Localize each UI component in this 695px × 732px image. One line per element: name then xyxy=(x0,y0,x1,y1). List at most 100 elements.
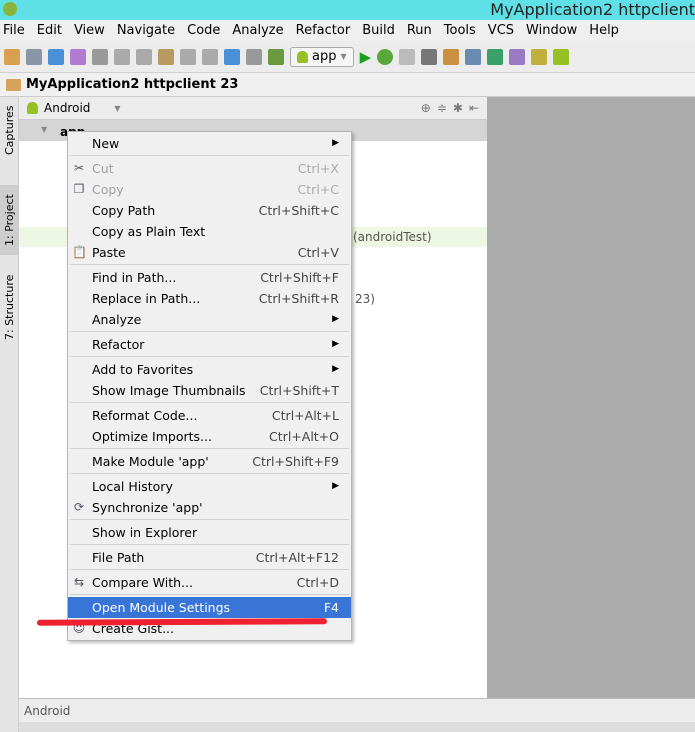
menu-item-label: Find in Path... xyxy=(92,270,177,285)
menu-item-optimize-imports[interactable]: Optimize Imports... Ctrl+Alt+O xyxy=(68,426,351,447)
scroll-from-source-icon[interactable]: ⊕ xyxy=(421,101,431,115)
sdk-manager-icon[interactable] xyxy=(531,48,548,65)
menu-separator xyxy=(70,544,349,545)
forward-icon[interactable] xyxy=(246,48,262,65)
chevron-down-icon[interactable]: ▼ xyxy=(114,104,120,113)
menu-item-compare-with[interactable]: ⇆ Compare With... Ctrl+D xyxy=(68,572,351,593)
tab-project[interactable]: 1: Project xyxy=(0,185,19,255)
compare-icon: ⇆ xyxy=(73,575,85,589)
menu-item-make-module-app[interactable]: Make Module 'app' Ctrl+Shift+F9 xyxy=(68,451,351,472)
menu-analyze[interactable]: Analyze xyxy=(232,20,283,41)
menu-item-label: Analyze xyxy=(92,312,142,327)
menu-item-paste[interactable]: 📋 Paste Ctrl+V xyxy=(68,242,351,263)
run-config-select[interactable]: app ▼ xyxy=(290,46,354,67)
menu-item-replace-in-path[interactable]: Replace in Path... Ctrl+Shift+R xyxy=(68,288,351,309)
toolbar: app ▼ ▶ xyxy=(0,41,695,73)
project-folder-icon xyxy=(6,79,21,91)
submenu-arrow-icon: ▶ xyxy=(332,364,339,374)
android-studio-icon xyxy=(3,2,17,16)
paste-icon[interactable] xyxy=(158,48,174,65)
menu-item-shortcut: Ctrl+D xyxy=(296,575,339,590)
menu-item-add-to-favorites[interactable]: Add to Favorites ▶ xyxy=(68,359,351,380)
open-icon[interactable] xyxy=(4,48,20,65)
structure-icon[interactable] xyxy=(465,48,482,65)
menu-item-open-module-settings[interactable]: Open Module Settings F4 xyxy=(68,597,351,618)
avd-manager-icon[interactable] xyxy=(509,48,526,65)
menu-item-shortcut: Ctrl+C xyxy=(297,182,339,197)
menu-item-copy[interactable]: ❐ Copy Ctrl+C xyxy=(68,179,351,200)
replace-icon[interactable] xyxy=(202,48,218,65)
menu-item-synchronize-app[interactable]: ⟳ Synchronize 'app' xyxy=(68,497,351,518)
redo-icon[interactable] xyxy=(92,48,108,65)
menu-build[interactable]: Build xyxy=(362,20,395,41)
menu-separator xyxy=(70,519,349,520)
back-icon[interactable] xyxy=(224,48,240,65)
paste-icon: 📋 xyxy=(72,245,87,259)
copy-icon: ❐ xyxy=(73,182,85,196)
menu-item-shortcut: Ctrl+X xyxy=(297,161,339,176)
menu-item-shortcut: Ctrl+Alt+F12 xyxy=(255,550,339,565)
submenu-arrow-icon: ▶ xyxy=(332,481,339,491)
menu-item-find-in-path[interactable]: Find in Path... Ctrl+Shift+F xyxy=(68,267,351,288)
menu-item-analyze[interactable]: Analyze ▶ xyxy=(68,309,351,330)
menu-item-label: Synchronize 'app' xyxy=(92,500,203,515)
menu-item-show-image-thumbnails[interactable]: Show Image Thumbnails Ctrl+Shift+T xyxy=(68,380,351,401)
context-menu: New ▶ ✂ Cut Ctrl+X ❐ Copy Ctrl+C Copy Path Ctrl+S… xyxy=(67,131,352,641)
hide-icon[interactable]: ⇤ xyxy=(469,101,479,115)
menu-run[interactable]: Run xyxy=(407,20,432,41)
find-icon[interactable] xyxy=(180,48,196,65)
menu-item-shortcut: Ctrl+Alt+O xyxy=(269,429,339,444)
menu-window[interactable]: Window xyxy=(526,20,577,41)
menu-item-copy-as-plain-text[interactable]: Copy as Plain Text xyxy=(68,221,351,242)
menu-view[interactable]: View xyxy=(74,20,105,41)
menu-separator xyxy=(70,569,349,570)
cut-icon[interactable] xyxy=(114,48,130,65)
menu-item-show-in-explorer[interactable]: Show in Explorer xyxy=(68,522,351,543)
menu-tools[interactable]: Tools xyxy=(444,20,476,41)
sync-icon[interactable] xyxy=(48,48,64,65)
gear-icon[interactable]: ✱ xyxy=(453,101,463,115)
attach-debugger-icon[interactable] xyxy=(421,48,438,65)
menu-item-file-path[interactable]: File Path Ctrl+Alt+F12 xyxy=(68,547,351,568)
menu-edit[interactable]: Edit xyxy=(37,20,62,41)
menu-item-label: File Path xyxy=(92,550,145,565)
menu-file[interactable]: File xyxy=(3,20,25,41)
menu-item-new[interactable]: New ▶ xyxy=(68,133,351,154)
menu-separator xyxy=(70,356,349,357)
menu-code[interactable]: Code xyxy=(187,20,220,41)
tab-captures[interactable]: Captures xyxy=(0,101,19,159)
menu-item-reformat-code[interactable]: Reformat Code... Ctrl+Alt+L xyxy=(68,405,351,426)
menu-item-copy-path[interactable]: Copy Path Ctrl+Shift+C xyxy=(68,200,351,221)
expand-arrow-icon[interactable]: ▼ xyxy=(41,125,47,134)
menu-item-local-history[interactable]: Local History ▶ xyxy=(68,476,351,497)
menu-item-cut[interactable]: ✂ Cut Ctrl+X xyxy=(68,158,351,179)
android-monitor-icon[interactable] xyxy=(553,48,570,65)
title-bar: MyApplication2 httpclient xyxy=(0,0,695,20)
run-icon[interactable]: ▶ xyxy=(360,48,372,66)
collapse-all-icon[interactable]: ≑ xyxy=(437,101,447,115)
menu-item-shortcut: Ctrl+Shift+F xyxy=(260,270,339,285)
project-structure-icon[interactable] xyxy=(443,48,460,65)
menu-item-label: Optimize Imports... xyxy=(92,429,212,444)
menu-help[interactable]: Help xyxy=(589,20,619,41)
coverage-icon[interactable] xyxy=(399,48,416,65)
make-icon[interactable] xyxy=(268,48,284,65)
menu-item-label: Copy Path xyxy=(92,203,156,218)
gradle-sync-icon[interactable] xyxy=(487,48,504,65)
copy-icon[interactable] xyxy=(136,48,152,65)
breadcrumb[interactable]: MyApplication2 httpclient 23 xyxy=(0,73,695,97)
save-icon[interactable] xyxy=(26,48,42,65)
menu-item-refactor[interactable]: Refactor ▶ xyxy=(68,334,351,355)
tool-window-strip: Captures 1: Project 7: Structure xyxy=(0,97,19,732)
menu-item-label: Show in Explorer xyxy=(92,525,198,540)
menu-item-shortcut: Ctrl+V xyxy=(297,245,339,260)
debug-icon[interactable] xyxy=(377,48,394,65)
menu-navigate[interactable]: Navigate xyxy=(117,20,175,41)
menu-item-label: Reformat Code... xyxy=(92,408,198,423)
undo-icon[interactable] xyxy=(70,48,86,65)
menu-item-label: Local History xyxy=(92,479,173,494)
view-selector[interactable]: Android xyxy=(44,101,90,115)
tab-structure[interactable]: 7: Structure xyxy=(0,272,19,342)
menu-vcs[interactable]: VCS xyxy=(488,20,514,41)
menu-refactor[interactable]: Refactor xyxy=(296,20,351,41)
